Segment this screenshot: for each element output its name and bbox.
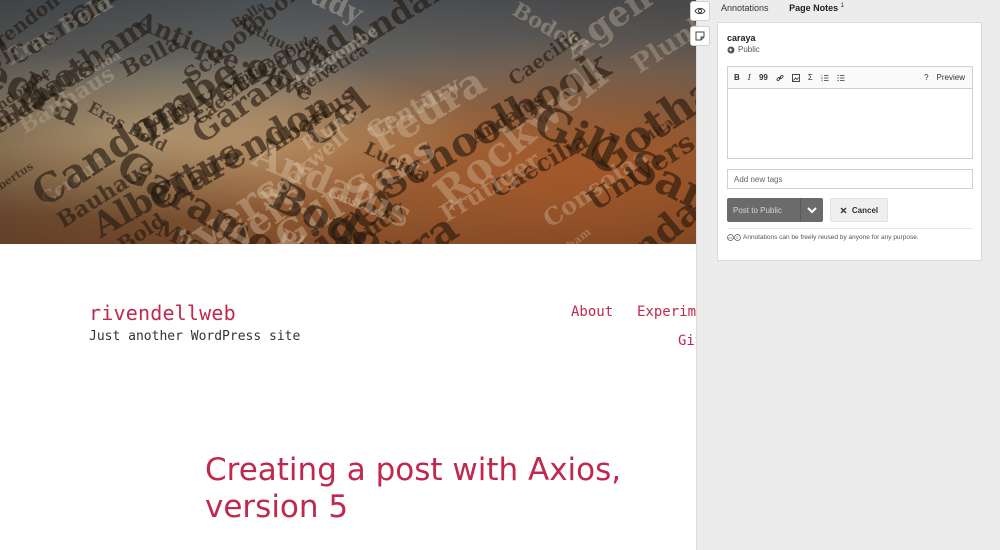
italic-button[interactable]: I bbox=[748, 73, 751, 82]
editor-toolbar: B I 99 Σ ? Preview bbox=[728, 67, 972, 89]
numbered-list-icon bbox=[820, 74, 829, 81]
site-branding: rivendellweb Just another WordPress site bbox=[89, 301, 300, 344]
numbered-list-button[interactable] bbox=[820, 74, 829, 82]
image-button[interactable] bbox=[791, 73, 800, 82]
post-button[interactable]: Post to Public bbox=[727, 198, 823, 222]
hero-image: GothamFedraMicaGelPlunkEras BoldBauhausU… bbox=[0, 0, 696, 244]
image-icon bbox=[791, 73, 800, 82]
note-icon bbox=[695, 31, 705, 41]
license-text[interactable]: Annotations can be freely reused by anyo… bbox=[743, 234, 919, 241]
page-notes-count: 1 bbox=[840, 3, 844, 9]
tab-page-notes-label: Page Notes bbox=[789, 3, 839, 13]
card-divider bbox=[727, 228, 973, 229]
link-button[interactable] bbox=[776, 74, 784, 82]
tags-input[interactable] bbox=[727, 169, 973, 189]
nav-link-experiments[interactable]: Experiments bbox=[637, 304, 696, 320]
tab-annotations[interactable]: Annotations bbox=[721, 3, 769, 13]
bullet-list-button[interactable] bbox=[837, 74, 845, 82]
site-tagline: Just another WordPress site bbox=[89, 329, 301, 344]
cancel-button[interactable]: Cancel bbox=[830, 198, 888, 222]
math-button[interactable]: Σ bbox=[808, 73, 813, 82]
bullet-list-icon bbox=[837, 74, 845, 81]
privacy-dropdown-toggle[interactable] bbox=[800, 198, 823, 222]
svg-text:cc: cc bbox=[728, 236, 732, 240]
new-page-note-button[interactable] bbox=[690, 26, 710, 46]
bold-button[interactable]: B bbox=[734, 73, 740, 82]
nav-link-github[interactable]: GitHub bbox=[678, 333, 696, 349]
show-highlights-button[interactable] bbox=[690, 1, 710, 21]
annotation-user[interactable]: caraya bbox=[727, 33, 756, 43]
nav-link-about[interactable]: About bbox=[571, 304, 613, 320]
globe-icon bbox=[727, 46, 735, 53]
sidebar-toolbar bbox=[690, 1, 712, 51]
creative-commons-icon: cc 0 bbox=[727, 234, 741, 241]
quote-button[interactable]: 99 bbox=[759, 73, 768, 82]
link-icon bbox=[776, 74, 784, 81]
cancel-button-label: Cancel bbox=[851, 205, 879, 215]
annotation-textarea[interactable] bbox=[728, 89, 972, 158]
chevron-down-icon bbox=[807, 206, 817, 213]
close-icon bbox=[840, 207, 847, 213]
post-button-label: Post to Public bbox=[733, 205, 782, 215]
site-title[interactable]: rivendellweb bbox=[89, 301, 300, 325]
privacy-indicator: Public bbox=[727, 45, 760, 54]
help-icon[interactable]: ? bbox=[924, 73, 928, 82]
annotation-card: caraya Public B I 99 Σ ? Preview Add new… bbox=[717, 22, 982, 261]
eye-icon bbox=[694, 7, 706, 15]
hero-shade bbox=[0, 0, 696, 244]
license-notice: cc 0 Annotations can be freely reused by … bbox=[727, 234, 919, 241]
preview-button[interactable]: Preview bbox=[937, 73, 965, 82]
sidebar-tabs: Annotations Page Notes 1 bbox=[721, 3, 862, 13]
tab-page-notes[interactable]: Page Notes 1 bbox=[789, 3, 844, 13]
post-title[interactable]: Creating a post with Axios, version 5 bbox=[205, 452, 685, 526]
privacy-label: Public bbox=[738, 45, 760, 54]
markdown-editor: B I 99 Σ ? Preview bbox=[727, 66, 973, 159]
hypothesis-sidebar: Annotations Page Notes 1 caraya Public B… bbox=[690, 0, 1000, 550]
svg-text:0: 0 bbox=[736, 236, 739, 240]
